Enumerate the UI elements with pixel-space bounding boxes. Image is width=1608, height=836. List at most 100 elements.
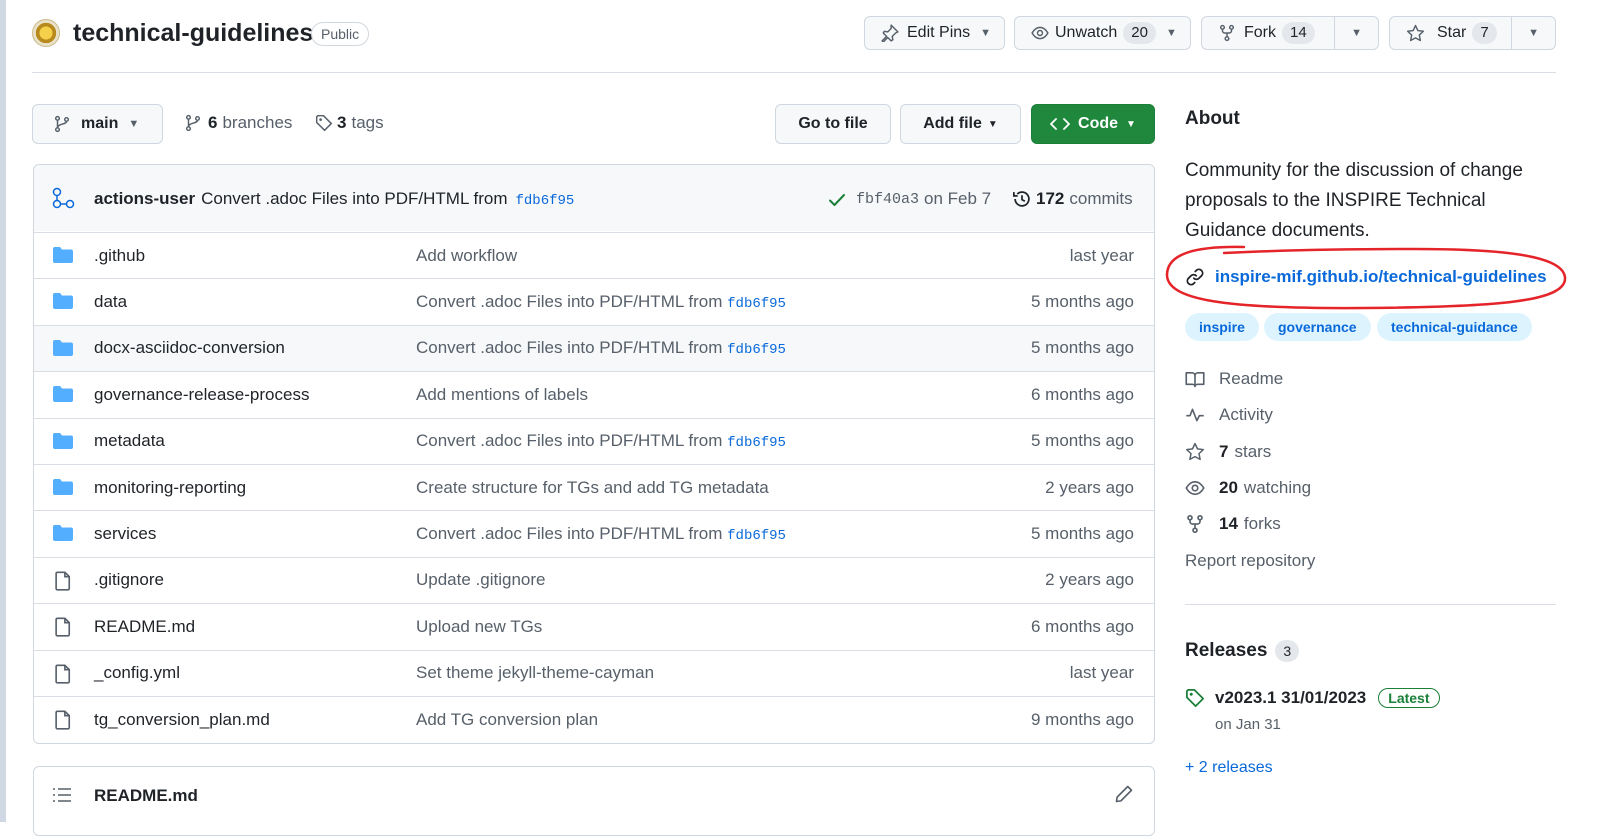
file-commit-message[interactable]: Create structure for TGs and add TG meta… — [416, 478, 769, 498]
table-row[interactable]: tg_conversion_plan.md Add TG conversion p… — [34, 696, 1154, 742]
file-name-link[interactable]: data — [94, 292, 127, 312]
file-name-link[interactable]: services — [94, 524, 156, 544]
commits-count: 172 — [1036, 189, 1065, 208]
file-name-link[interactable]: governance-release-process — [94, 385, 309, 405]
fork-label: Fork — [1244, 24, 1276, 41]
fork-icon — [1218, 24, 1236, 42]
file-commit-message[interactable]: Convert .adoc Files into PDF/HTML from f… — [416, 338, 786, 358]
fork-icon — [1187, 514, 1203, 534]
file-commit-message[interactable]: Convert .adoc Files into PDF/HTML from f… — [416, 524, 786, 544]
star-icon — [1186, 442, 1204, 461]
file-commit-message[interactable]: Convert .adoc Files into PDF/HTML from f… — [416, 431, 786, 451]
go-to-file-button[interactable]: Go to file — [775, 104, 891, 144]
edit-pins-label: Edit Pins — [907, 24, 971, 41]
edit-pencil-icon[interactable] — [1114, 784, 1134, 804]
branch-icon — [53, 115, 71, 133]
activity-link[interactable]: Activity — [1185, 405, 1273, 425]
branch-select-button[interactable]: main ▼ — [32, 104, 163, 144]
star-label: Star — [1437, 24, 1467, 41]
actions-user-avatar[interactable] — [50, 186, 78, 212]
table-row[interactable]: data Convert .adoc Files into PDF/HTML fr… — [34, 278, 1154, 324]
file-name-link[interactable]: monitoring-reporting — [94, 478, 246, 498]
commit-ref-link[interactable]: fdb6f95 — [727, 528, 786, 544]
repo-avatar[interactable] — [32, 19, 60, 47]
topic-governance[interactable]: governance — [1264, 313, 1371, 341]
folder-icon — [52, 292, 74, 310]
commits-link[interactable]: 172 commits — [1012, 189, 1133, 209]
visibility-badge: Public — [311, 22, 370, 46]
fork-button[interactable]: Fork 14 — [1202, 17, 1334, 49]
file-commit-message[interactable]: Update .gitignore — [416, 570, 545, 590]
report-repository-link[interactable]: Report repository — [1185, 551, 1315, 571]
tags-link[interactable]: 3 tags — [315, 113, 384, 133]
file-commit-message[interactable]: Add TG conversion plan — [416, 710, 598, 730]
add-file-button[interactable]: Add file ▼ — [900, 104, 1021, 144]
file-commit-time: last year — [1069, 663, 1134, 683]
file-name-link[interactable]: .github — [94, 246, 145, 266]
branches-link[interactable]: 6 branches — [184, 113, 292, 133]
star-button-group: Star 7 ▼ — [1389, 16, 1556, 50]
commit-sha[interactable]: fbf40a3 — [856, 191, 919, 208]
table-row[interactable]: governance-release-process Add mentions o… — [34, 371, 1154, 417]
table-row[interactable]: .gitignore Update .gitignore 2 years ago — [34, 556, 1154, 603]
homepage-link[interactable]: inspire-mif.github.io/technical-guidelin… — [1185, 267, 1547, 287]
pin-icon — [881, 24, 899, 42]
commit-author[interactable]: actions-user — [94, 189, 195, 209]
file-commit-message[interactable]: Convert .adoc Files into PDF/HTML from f… — [416, 292, 786, 312]
file-name-link[interactable]: _config.yml — [94, 663, 180, 683]
commit-ref-link[interactable]: fdb6f95 — [727, 435, 786, 451]
file-commit-message[interactable]: Add mentions of labels — [416, 385, 588, 405]
commit-ref-link[interactable]: fdb6f95 — [516, 193, 575, 209]
chevron-down-icon: ▼ — [1351, 27, 1362, 39]
table-row[interactable]: README.md Upload new TGs 6 months ago — [34, 603, 1154, 649]
repo-name[interactable]: technical-guidelines — [73, 19, 313, 48]
star-dropdown[interactable]: ▼ — [1511, 17, 1555, 49]
commit-check-icon — [828, 192, 846, 208]
table-row[interactable]: metadata Convert .adoc Files into PDF/HTM… — [34, 417, 1154, 464]
file-commit-time: 9 months ago — [1030, 709, 1134, 729]
releases-heading[interactable]: Releases 3 — [1185, 640, 1300, 662]
file-commit-message[interactable]: Upload new TGs — [416, 617, 542, 637]
fork-button-group: Fork 14 ▼ — [1201, 16, 1379, 50]
table-row[interactable]: _config.yml Set theme jekyll-theme-cayman… — [34, 649, 1154, 696]
chevron-down-icon: ▼ — [1165, 27, 1177, 39]
code-button[interactable]: Code ▼ — [1031, 104, 1155, 144]
fork-dropdown[interactable]: ▼ — [1334, 17, 1378, 49]
file-commit-time: 5 months ago — [1030, 523, 1134, 543]
table-row[interactable]: docx-asciidoc-conversion Convert .adoc Fi… — [34, 324, 1154, 371]
commit-ref-link[interactable]: fdb6f95 — [727, 296, 786, 312]
file-name-link[interactable]: tg_conversion_plan.md — [94, 710, 270, 730]
topic-technical-guidance[interactable]: technical-guidance — [1377, 313, 1532, 341]
table-row[interactable]: .github Add workflow last year — [34, 232, 1154, 278]
file-name-link[interactable]: docx-asciidoc-conversion — [94, 338, 285, 358]
table-row[interactable]: monitoring-reporting Create structure for… — [34, 464, 1154, 510]
commit-message[interactable]: Convert .adoc Files into PDF/HTML from — [201, 189, 507, 209]
readme-label: Readme — [1219, 369, 1284, 388]
releases-count: 3 — [1275, 640, 1300, 662]
file-icon — [52, 664, 74, 684]
file-name-link[interactable]: .gitignore — [94, 570, 164, 590]
file-icon — [52, 617, 74, 637]
commit-ref-link[interactable]: fdb6f95 — [727, 342, 786, 358]
topic-inspire[interactable]: inspire — [1185, 313, 1259, 341]
star-button[interactable]: Star 7 — [1390, 17, 1511, 49]
file-commit-message[interactable]: Add workflow — [416, 246, 517, 266]
latest-badge: Latest — [1378, 688, 1440, 708]
folder-icon — [52, 524, 74, 542]
unwatch-label: Unwatch — [1055, 24, 1118, 41]
outline-list-icon[interactable] — [52, 786, 72, 804]
latest-commit-info: actions-user Convert .adoc Files into PD… — [94, 189, 574, 209]
stars-link[interactable]: 7 stars — [1185, 442, 1271, 462]
latest-release-link[interactable]: v2023.1 31/01/2023 Latest — [1185, 688, 1440, 708]
file-commit-message[interactable]: Set theme jekyll-theme-cayman — [416, 663, 654, 683]
more-releases-link[interactable]: + 2 releases — [1185, 759, 1273, 777]
file-name-link[interactable]: metadata — [94, 431, 165, 451]
unwatch-button[interactable]: Unwatch 20 ▼ — [1014, 16, 1191, 50]
readme-link[interactable]: Readme — [1185, 369, 1283, 389]
forks-link[interactable]: 14 forks — [1185, 514, 1281, 534]
file-commit-time: 6 months ago — [1030, 616, 1134, 636]
edit-pins-button[interactable]: Edit Pins ▼ — [864, 16, 1005, 50]
file-name-link[interactable]: README.md — [94, 617, 195, 637]
watching-link[interactable]: 20 watching — [1185, 478, 1311, 498]
table-row[interactable]: services Convert .adoc Files into PDF/HTM… — [34, 510, 1154, 556]
